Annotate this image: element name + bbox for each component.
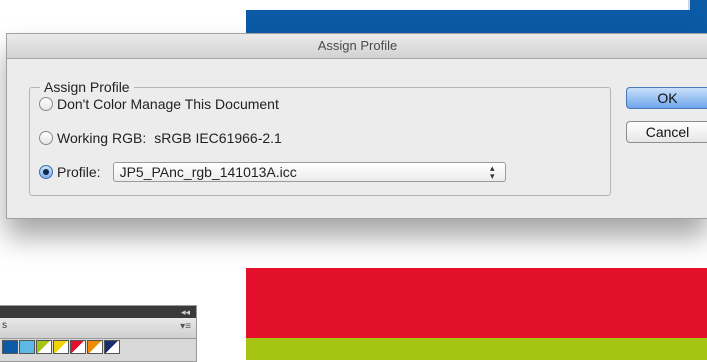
option-working-rgb-label: Working RGB: [57, 130, 147, 146]
group-title: Assign Profile [40, 79, 134, 95]
swatch-blue[interactable] [2, 340, 18, 354]
profile-select[interactable]: JP5_PAnc_rgb_141013A.icc ▴ ▾ [112, 162, 506, 182]
updown-arrows-icon: ▴ ▾ [490, 163, 495, 181]
collapse-icon[interactable]: ◂◂ [181, 306, 190, 318]
cancel-button[interactable]: Cancel [626, 121, 707, 143]
panel-tab[interactable]: s [2, 320, 7, 331]
assign-profile-group: Assign Profile Don't Color Manage This D… [29, 79, 611, 196]
swatch-navy[interactable] [104, 340, 120, 354]
option-profile[interactable]: Profile: JP5_PAnc_rgb_141013A.icc ▴ ▾ [39, 162, 506, 182]
swatches-panel: ◂◂ s ▾≡ [0, 305, 197, 362]
option-dont-color-manage-label: Don't Color Manage This Document [57, 96, 279, 112]
swatch-orange[interactable] [87, 340, 103, 354]
radio-selected-dot [43, 169, 49, 175]
radio-dont-color-manage[interactable] [39, 97, 53, 111]
panel-tab-row: s ▾≡ [0, 318, 196, 339]
swatch-cyan[interactable] [19, 340, 35, 354]
swatch-list [0, 340, 120, 354]
panel-header[interactable]: ◂◂ [0, 306, 196, 318]
swatch-yellow[interactable] [53, 340, 69, 354]
document-green-band [246, 338, 707, 360]
document-red-band [246, 268, 707, 338]
swatch-red[interactable] [70, 340, 86, 354]
ok-button[interactable]: OK [626, 87, 707, 109]
radio-profile[interactable] [39, 165, 53, 179]
option-profile-label: Profile: [57, 164, 101, 180]
assign-profile-dialog: Assign Profile Assign Profile Don't Colo… [6, 33, 707, 219]
dialog-title[interactable]: Assign Profile [7, 34, 707, 59]
option-dont-color-manage[interactable]: Don't Color Manage This Document [39, 96, 279, 112]
working-rgb-value: sRGB IEC61966-2.1 [154, 130, 282, 146]
option-working-rgb[interactable]: Working RGB: sRGB IEC61966-2.1 [39, 130, 282, 146]
document-corner [688, 0, 707, 10]
radio-working-rgb[interactable] [39, 131, 53, 145]
swatch-green[interactable] [36, 340, 52, 354]
panel-menu-icon[interactable]: ▾≡ [180, 321, 191, 332]
profile-select-value: JP5_PAnc_rgb_141013A.icc [119, 164, 297, 180]
